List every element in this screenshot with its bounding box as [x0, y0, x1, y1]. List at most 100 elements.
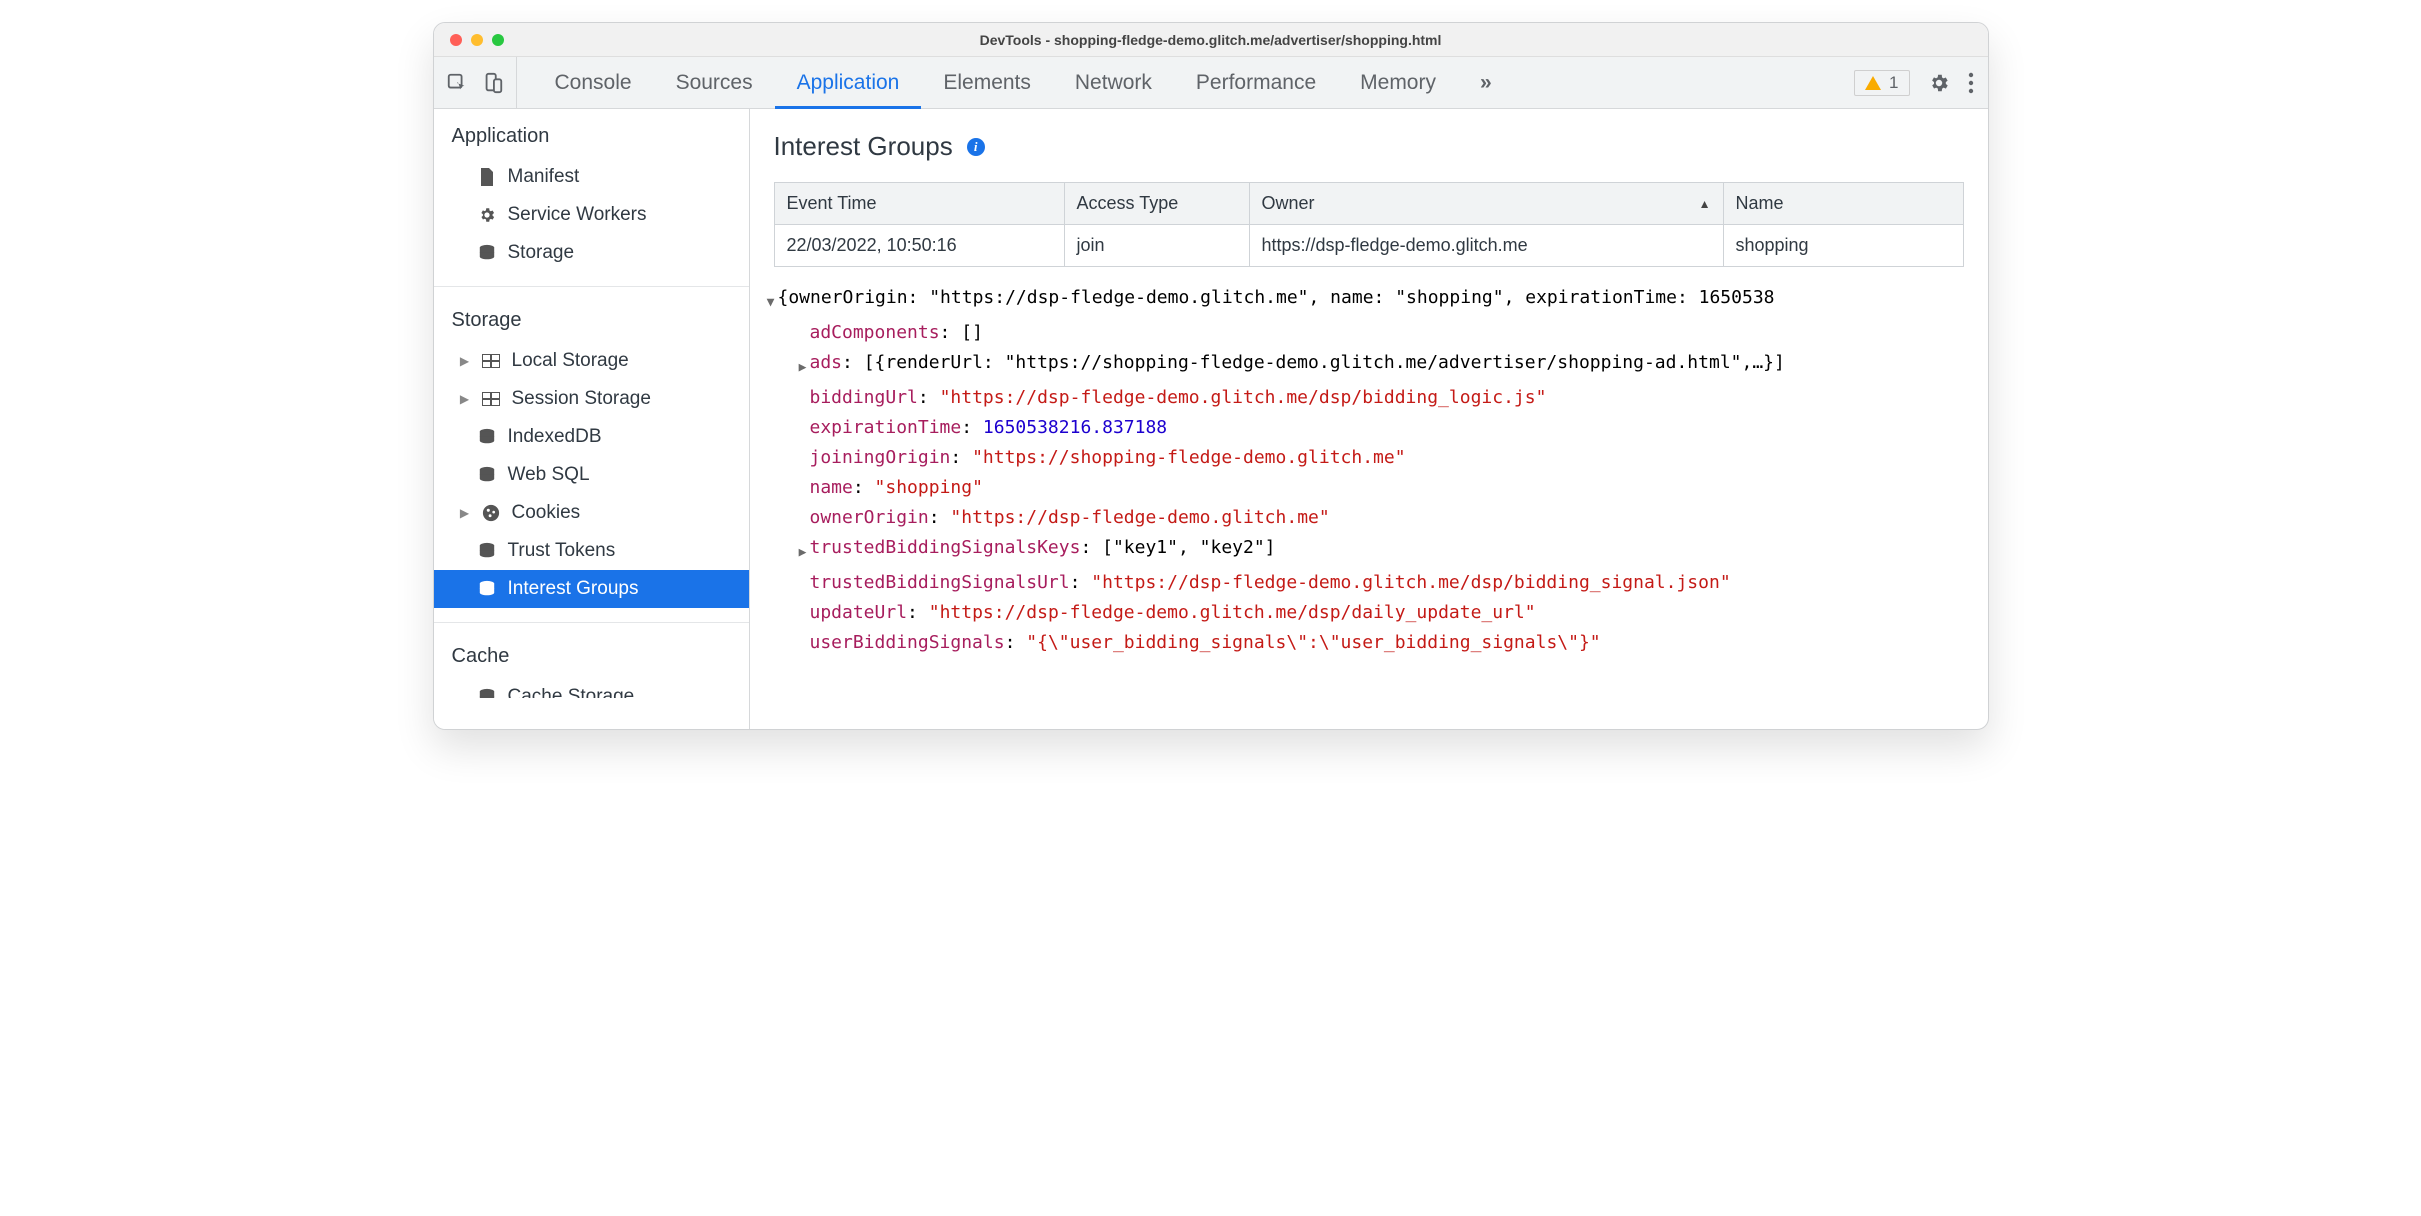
sidebar-item-label: Local Storage	[512, 350, 629, 372]
disclosure-open-icon[interactable]: ▼	[764, 283, 778, 318]
sidebar-item-cookies[interactable]: ▶ Cookies	[434, 494, 749, 532]
sidebar-item-service-workers[interactable]: Service Workers	[434, 196, 749, 234]
warnings-count: 1	[1889, 73, 1898, 93]
db-icon	[476, 428, 498, 446]
device-toggle-icon[interactable]	[482, 72, 504, 94]
sidebar-item-local-storage[interactable]: ▶ Local Storage	[434, 342, 749, 380]
grid-icon	[480, 354, 502, 368]
tab-network[interactable]: Network	[1053, 57, 1174, 108]
sidebar-item-cache-storage[interactable]: Cache Storage	[434, 678, 749, 698]
close-window-button[interactable]	[450, 34, 462, 46]
tree-row[interactable]: joiningOrigin: "https://shopping-fledge-…	[764, 443, 1978, 473]
cell-event-time: 22/03/2022, 10:50:16	[774, 225, 1064, 267]
sidebar-item-indexeddb[interactable]: IndexedDB	[434, 418, 749, 456]
sidebar-section-application: Application	[434, 109, 749, 158]
tree-row[interactable]: adComponents: []	[764, 318, 1978, 348]
object-tree: ▼{ownerOrigin: "https://dsp-fledge-demo.…	[750, 267, 1988, 668]
grid-icon	[480, 392, 502, 406]
cookie-icon	[480, 504, 502, 522]
db-icon	[476, 580, 498, 598]
gear-icon	[476, 206, 498, 224]
minimize-window-button[interactable]	[471, 34, 483, 46]
tab-console[interactable]: Console	[533, 57, 654, 108]
tab-performance[interactable]: Performance	[1174, 57, 1338, 108]
db-icon	[476, 244, 498, 262]
tree-row[interactable]: ▶trustedBiddingSignalsKeys: ["key1", "ke…	[764, 533, 1978, 568]
caret-icon: ▶	[460, 392, 470, 406]
sidebar-item-label: Service Workers	[508, 204, 647, 226]
col-name[interactable]: Name	[1723, 183, 1963, 225]
tab-elements[interactable]: Elements	[921, 57, 1053, 108]
db-icon	[476, 688, 498, 698]
tree-row[interactable]: updateUrl: "https://dsp-fledge-demo.glit…	[764, 598, 1978, 628]
tab-label: Console	[555, 71, 632, 95]
window-controls	[434, 34, 504, 46]
tab-label: Network	[1075, 71, 1152, 95]
tab-label: Memory	[1360, 71, 1436, 95]
zoom-window-button[interactable]	[492, 34, 504, 46]
warning-icon	[1865, 76, 1881, 90]
sidebar-item-label: Cookies	[512, 502, 581, 524]
tree-row[interactable]: biddingUrl: "https://dsp-fledge-demo.gli…	[764, 383, 1978, 413]
tab-application[interactable]: Application	[775, 57, 922, 108]
tree-row[interactable]: ownerOrigin: "https://dsp-fledge-demo.gl…	[764, 503, 1978, 533]
sidebar-item-storage[interactable]: Storage	[434, 234, 749, 272]
info-icon[interactable]: i	[967, 138, 985, 156]
db-icon	[476, 466, 498, 484]
sidebar-item-label: Web SQL	[508, 464, 590, 486]
tab-label: Sources	[676, 71, 753, 95]
tab-label: Elements	[943, 71, 1031, 95]
disclosure-closed-icon[interactable]: ▶	[796, 533, 810, 568]
inspect-element-icon[interactable]	[446, 72, 468, 94]
sort-asc-icon: ▲	[1699, 197, 1711, 211]
sidebar-item-label: Session Storage	[512, 388, 651, 410]
main-panel: Interest Groups i Event Time Access Type…	[750, 109, 1988, 729]
caret-icon: ▶	[460, 506, 470, 520]
panel-tabs: Console Sources Application Elements Net…	[533, 57, 1514, 108]
sidebar-item-label: Manifest	[508, 166, 580, 188]
panel-title: Interest Groups	[774, 131, 953, 162]
sidebar-item-manifest[interactable]: Manifest	[434, 158, 749, 196]
warnings-badge[interactable]: 1	[1854, 70, 1909, 96]
db-icon	[476, 542, 498, 560]
col-event-time[interactable]: Event Time	[774, 183, 1064, 225]
cell-access-type: join	[1064, 225, 1249, 267]
sidebar-item-websql[interactable]: Web SQL	[434, 456, 749, 494]
application-sidebar: Application Manifest Service Workers Sto…	[434, 109, 750, 729]
settings-icon[interactable]	[1928, 72, 1950, 94]
table-row[interactable]: 22/03/2022, 10:50:16 join https://dsp-fl…	[774, 225, 1963, 267]
cell-owner: https://dsp-fledge-demo.glitch.me	[1249, 225, 1723, 267]
sidebar-item-label: Storage	[508, 242, 575, 264]
tab-label: Performance	[1196, 71, 1316, 95]
sidebar-item-session-storage[interactable]: ▶ Session Storage	[434, 380, 749, 418]
sidebar-item-label: Cache Storage	[508, 686, 635, 698]
tree-row[interactable]: ▶ads: [{renderUrl: "https://shopping-fle…	[764, 348, 1978, 383]
window-title: DevTools - shopping-fledge-demo.glitch.m…	[434, 32, 1988, 48]
sidebar-item-label: Interest Groups	[508, 578, 639, 600]
col-owner[interactable]: Owner▲	[1249, 183, 1723, 225]
more-icon[interactable]	[1968, 72, 1974, 94]
disclosure-closed-icon[interactable]: ▶	[796, 348, 810, 383]
titlebar: DevTools - shopping-fledge-demo.glitch.m…	[434, 23, 1988, 57]
tree-row[interactable]: name: "shopping"	[764, 473, 1978, 503]
panel-title-row: Interest Groups i	[750, 109, 1988, 176]
devtools-toolbar: Console Sources Application Elements Net…	[434, 57, 1988, 109]
tree-row[interactable]: userBiddingSignals: "{\"user_bidding_sig…	[764, 628, 1978, 658]
devtools-window: DevTools - shopping-fledge-demo.glitch.m…	[433, 22, 1989, 730]
tabs-overflow-button[interactable]: »	[1458, 57, 1514, 108]
sidebar-item-interest-groups[interactable]: Interest Groups	[434, 570, 749, 608]
file-icon	[476, 168, 498, 186]
tree-root[interactable]: ▼{ownerOrigin: "https://dsp-fledge-demo.…	[764, 283, 1978, 318]
sidebar-item-trust-tokens[interactable]: Trust Tokens	[434, 532, 749, 570]
col-access-type[interactable]: Access Type	[1064, 183, 1249, 225]
tab-sources[interactable]: Sources	[654, 57, 775, 108]
tree-row[interactable]: expirationTime: 1650538216.837188	[764, 413, 1978, 443]
sidebar-section-cache: Cache	[434, 629, 749, 678]
events-table: Event Time Access Type Owner▲ Name 22/03…	[774, 182, 1964, 267]
divider	[434, 622, 749, 623]
sidebar-item-label: Trust Tokens	[508, 540, 616, 562]
cell-name: shopping	[1723, 225, 1963, 267]
tree-row[interactable]: trustedBiddingSignalsUrl: "https://dsp-f…	[764, 568, 1978, 598]
tab-memory[interactable]: Memory	[1338, 57, 1458, 108]
sidebar-section-storage: Storage	[434, 293, 749, 342]
